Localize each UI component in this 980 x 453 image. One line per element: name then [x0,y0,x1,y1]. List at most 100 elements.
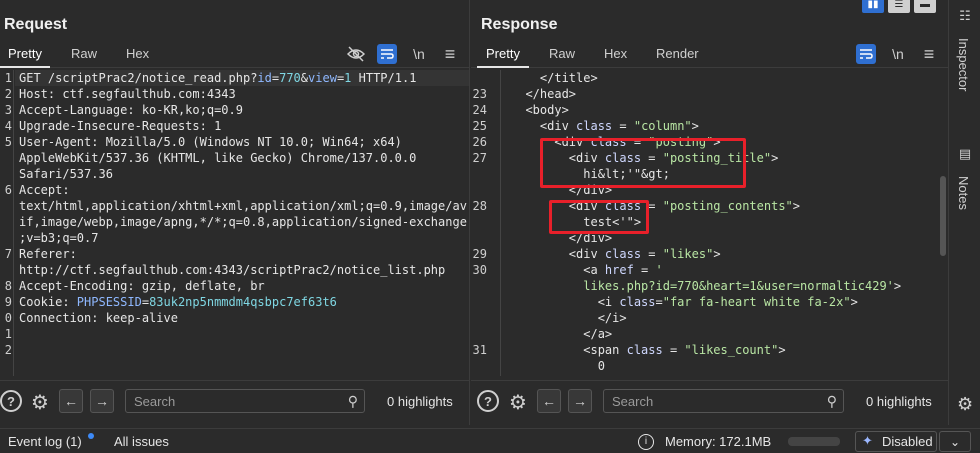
code-token: <div [511,135,591,149]
all-issues-link[interactable]: All issues [114,434,169,449]
line-number: 30 [472,263,487,277]
response-tab-hex[interactable]: Hex [604,40,627,68]
code-token: > [850,295,858,309]
code-token: <div [511,199,605,213]
code-token: <div [511,119,577,133]
layout-rows-icon[interactable]: ☰ [888,0,910,13]
line-number: 25 [472,119,487,133]
event-log-link[interactable]: Event log (1) [8,434,82,449]
line-number: 1 [4,327,12,341]
notes-tab[interactable]: Notes [956,176,971,210]
code-token: </i> [511,311,627,325]
code-token: id [257,71,272,85]
code-token: GET /scriptPrac2/notice_read.php? [19,71,258,85]
response-search[interactable]: ⚲ [603,389,844,413]
newline-toggle-icon[interactable]: \n [409,44,429,64]
hide-eye-icon[interactable] [346,44,366,64]
response-pane: ▮▮ ☰ ▬ Response Pretty Raw Hex Render \n… [471,0,949,425]
request-tab-raw[interactable]: Raw [71,40,97,68]
response-tab-pretty[interactable]: Pretty [477,40,529,68]
response-tab-render[interactable]: Render [656,40,699,68]
code-token: Accept-Language: ko-KR,ko;q=0.9 [19,103,243,117]
response-title: Response [481,16,558,33]
code-token: <div [511,247,605,261]
code-token: "posting" [648,135,714,149]
line-number: 29 [472,247,487,261]
search-icon: ⚲ [347,393,358,409]
layout-columns-icon[interactable]: ▮▮ [862,0,884,13]
word-wrap-icon[interactable] [377,44,397,64]
settings-gear-icon[interactable]: ⚙ [506,390,530,414]
code-token: 83uk2np5nmmdm4qsbpc7ef63t6 [149,295,337,309]
settings-gear-icon[interactable]: ⚙ [28,390,52,414]
info-icon[interactable]: i [638,434,654,450]
code-line: hi&lt;'"&gt; [511,166,944,182]
code-line: <div class = "likes"> [511,246,944,262]
code-token: = [612,119,634,133]
response-tabs: Pretty Raw Hex Render [471,40,948,68]
response-bottom-bar: ? ⚙ ← → ⚲ 0 highlights [471,380,948,424]
response-tab-raw[interactable]: Raw [549,40,575,68]
code-token: <a [511,263,605,277]
back-arrow-icon[interactable]: ← [59,389,83,413]
chevron-down-icon[interactable]: ⌄ [939,431,971,452]
request-search[interactable]: ⚲ [125,389,365,413]
code-token: PHPSESSID [76,295,142,309]
line-number: 7 [4,247,12,261]
newline-toggle-icon[interactable]: \n [888,44,908,64]
code-token: & [300,71,309,85]
code-token: = [626,135,649,149]
line-number: 9 [4,295,12,309]
layout-single-icon[interactable]: ▬ [914,0,936,13]
line-number: 8 [4,279,12,293]
code-token: Upgrade-Insecure-Requests: 1 [19,119,222,133]
response-highlights-count: 0 highlights [866,394,932,409]
code-token: 0 [511,359,605,373]
response-search-input[interactable] [604,390,843,412]
response-editor[interactable]: 23 24 25 26 27 28 29 30 31 </title> </head> <bod… [471,70,948,376]
code-line: </title> [511,70,944,86]
settings-gear-icon[interactable]: ⚙ [957,394,973,414]
code-line: AppleWebKit/537.36 (KHTML, like Gecko) C… [19,150,465,166]
notes-icon[interactable]: ▤ [957,146,973,162]
request-tab-pretty[interactable]: Pretty [0,40,50,68]
response-scrollbar[interactable] [940,176,946,256]
help-icon[interactable]: ? [0,390,22,412]
line-number: 4 [4,119,12,133]
code-token: class [626,343,663,357]
inspector-tab[interactable]: Inspector [956,38,971,91]
request-tab-hex[interactable]: Hex [126,40,149,68]
request-editor[interactable]: 1 2 3 4 5 6 7 8 9 0 1 2 GET /scriptPrac2/notice_rea… [0,70,469,376]
code-line: </a> [511,326,944,342]
word-wrap-icon[interactable] [856,44,876,64]
forward-arrow-icon[interactable]: → [90,389,114,413]
code-token: Host: ctf.segfaulthub.com:4343 [19,87,236,101]
forward-arrow-icon[interactable]: → [568,389,592,413]
line-number: 28 [472,199,487,213]
code-token: "likes" [662,247,714,261]
request-pane: Request Pretty Raw Hex \n ≡ 1 2 3 4 5 6 7 8 9 0 1 2… [0,0,470,425]
help-icon[interactable]: ? [477,390,499,412]
layout-view-toggle: ▮▮ ☰ ▬ [858,0,936,13]
line-number: 31 [472,343,487,357]
code-token: "posting_title" [662,151,772,165]
line-number: 5 [4,135,12,149]
menu-icon[interactable]: ≡ [919,44,939,64]
inspector-icon[interactable]: ☷ [957,8,973,24]
code-token: </title> [511,71,598,85]
code-line: <body> [511,102,944,118]
back-arrow-icon[interactable]: ← [537,389,561,413]
code-token: Accept-Encoding: gzip, deflate, br [19,279,265,293]
line-number: 1 [4,71,12,85]
code-token: "far fa-heart white fa-2x" [662,295,851,309]
status-bar: Event log (1) All issues i Memory: 172.1… [0,428,980,453]
request-search-input[interactable] [126,390,364,412]
code-line: text/html,application/xhtml+xml,applicat… [19,198,467,214]
code-token: Cookie: [19,295,77,309]
code-line: <i class="far fa-heart white fa-2x"> [511,294,944,310]
code-line: <a href = ' [511,262,944,278]
ai-disabled-button[interactable]: ✦ Disabled [855,431,937,452]
menu-icon[interactable]: ≡ [440,44,460,64]
line-number: 26 [472,135,487,149]
code-token: <body> [511,103,569,117]
